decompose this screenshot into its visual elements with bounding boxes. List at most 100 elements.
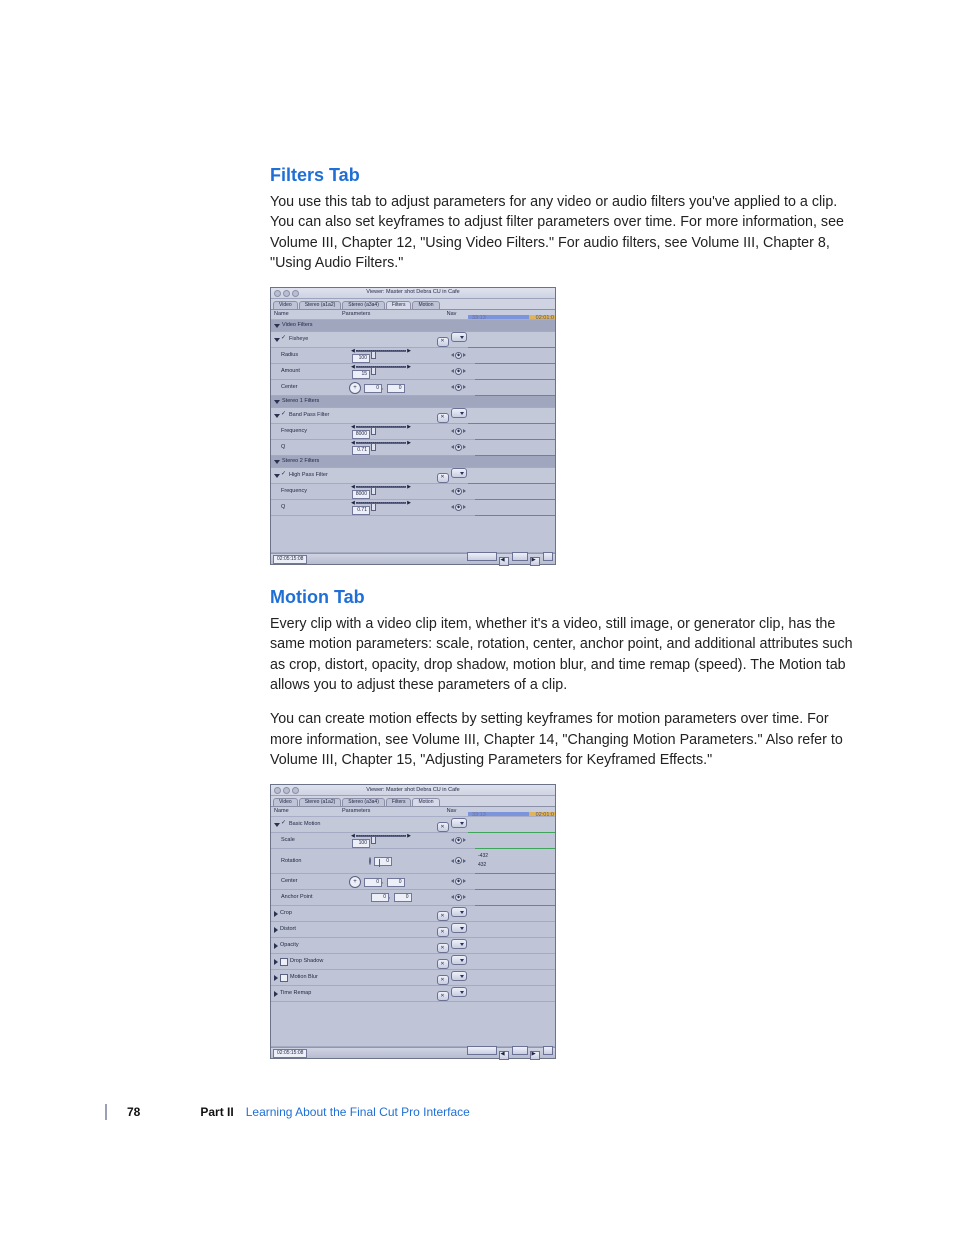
disclosure-icon[interactable] xyxy=(274,943,278,949)
keyframe-nav[interactable]: ◆ xyxy=(451,352,466,359)
minimize-icon[interactable] xyxy=(283,290,290,297)
filter-row[interactable]: Basic Motion✕ xyxy=(271,817,555,833)
tab-motion[interactable]: Motion xyxy=(412,798,439,806)
filter-row-collapsed[interactable]: Distort✕ xyxy=(271,922,555,938)
center-crosshair-icon[interactable]: + xyxy=(349,876,361,888)
param-value[interactable]: 15 xyxy=(352,370,370,379)
keyframe-nav[interactable]: ◆ xyxy=(451,444,466,451)
keyframe-nav[interactable]: ◆ xyxy=(451,878,466,885)
tab-motion[interactable]: Motion xyxy=(412,301,439,309)
filter-row-collapsed[interactable]: Opacity✕ xyxy=(271,938,555,954)
current-timecode[interactable]: 02:05:15:08 xyxy=(273,555,307,564)
preset-menu[interactable] xyxy=(451,468,467,478)
reset-button[interactable]: ✕ xyxy=(437,959,449,969)
close-icon[interactable] xyxy=(274,290,281,297)
reset-button[interactable]: ✕ xyxy=(437,822,449,832)
next-keyframe-icon[interactable] xyxy=(463,489,466,493)
scroll-thumb[interactable] xyxy=(512,552,528,561)
disclosure-icon[interactable] xyxy=(274,927,278,933)
slider-left-arrow-icon[interactable]: ◀ xyxy=(351,425,355,430)
filter-row-collapsed[interactable]: Time Remap✕ xyxy=(271,986,555,1002)
next-keyframe-icon[interactable] xyxy=(463,429,466,433)
slider-left-arrow-icon[interactable]: ◀ xyxy=(351,834,355,839)
slider-right-arrow-icon[interactable]: ▶ xyxy=(407,349,411,354)
keyframe-nav[interactable]: ◆ xyxy=(451,837,466,844)
tab-stereo-a1a2[interactable]: Stereo (a1a2) xyxy=(299,301,342,309)
keyframe-nav[interactable]: ◆ xyxy=(451,384,466,391)
disclosure-icon[interactable] xyxy=(274,460,280,464)
next-keyframe-icon[interactable] xyxy=(463,879,466,883)
prev-keyframe-icon[interactable] xyxy=(451,353,454,357)
param-y[interactable]: 0 xyxy=(387,878,405,887)
next-keyframe-icon[interactable] xyxy=(463,445,466,449)
next-keyframe-icon[interactable] xyxy=(463,385,466,389)
zoom-button[interactable] xyxy=(543,552,553,561)
reset-button[interactable]: ✕ xyxy=(437,927,449,937)
preset-menu[interactable] xyxy=(451,907,467,917)
param-value[interactable]: 0 xyxy=(374,857,392,866)
enable-checkbox[interactable] xyxy=(280,974,288,982)
reset-button[interactable]: ✕ xyxy=(437,975,449,985)
preset-menu[interactable] xyxy=(451,939,467,949)
tab-video[interactable]: Video xyxy=(273,301,298,309)
prev-keyframe-icon[interactable] xyxy=(451,489,454,493)
reset-button[interactable]: ✕ xyxy=(437,943,449,953)
prev-keyframe-icon[interactable] xyxy=(451,429,454,433)
filter-row[interactable]: Fisheye✕ xyxy=(271,332,555,348)
param-value[interactable]: 100 xyxy=(352,354,370,363)
disclosure-icon[interactable] xyxy=(274,911,278,917)
param-y[interactable]: 0 xyxy=(394,893,412,902)
param-value[interactable]: 100 xyxy=(352,839,370,848)
slider-right-arrow-icon[interactable]: ▶ xyxy=(407,441,411,446)
param-x[interactable]: 0 xyxy=(364,384,382,393)
keyframe-nav[interactable]: ◆ xyxy=(451,894,466,901)
add-keyframe-icon[interactable]: ◆ xyxy=(455,837,462,844)
rotation-dial[interactable] xyxy=(369,857,371,865)
add-keyframe-icon[interactable]: ◆ xyxy=(455,878,462,885)
param-x[interactable]: 0 xyxy=(371,893,389,902)
reset-button[interactable]: ✕ xyxy=(437,991,449,1001)
center-crosshair-icon[interactable]: + xyxy=(349,382,361,394)
disclosure-icon[interactable] xyxy=(274,959,278,965)
filter-row[interactable]: Band Pass Filter✕ xyxy=(271,408,555,424)
param-value[interactable]: 8000 xyxy=(352,490,370,499)
next-keyframe-icon[interactable] xyxy=(463,369,466,373)
add-keyframe-icon[interactable]: ◆ xyxy=(455,444,462,451)
keyframe-nav[interactable]: ◆ xyxy=(451,368,466,375)
slider-left-arrow-icon[interactable]: ◀ xyxy=(351,485,355,490)
add-keyframe-icon[interactable]: ◆ xyxy=(455,504,462,511)
preset-menu[interactable] xyxy=(451,971,467,981)
tab-filters[interactable]: Filters xyxy=(386,301,412,309)
slider-right-arrow-icon[interactable]: ▶ xyxy=(407,425,411,430)
slider-right-arrow-icon[interactable]: ▶ xyxy=(407,501,411,506)
param-x[interactable]: 0 xyxy=(364,878,382,887)
filter-row-collapsed[interactable]: Drop Shadow✕ xyxy=(271,954,555,970)
window-traffic-lights[interactable] xyxy=(274,290,299,297)
prev-keyframe-icon[interactable] xyxy=(451,879,454,883)
keyframe-nav[interactable]: ◆ xyxy=(451,857,466,864)
tab-stereo-a1a2[interactable]: Stereo (a1a2) xyxy=(299,798,342,806)
filter-row[interactable]: High Pass Filter✕ xyxy=(271,468,555,484)
disclosure-icon[interactable] xyxy=(274,324,280,328)
slider-left-arrow-icon[interactable]: ◀ xyxy=(351,441,355,446)
next-keyframe-icon[interactable] xyxy=(463,353,466,357)
slider-left-arrow-icon[interactable]: ◀ xyxy=(351,501,355,506)
add-keyframe-icon[interactable]: ◆ xyxy=(455,384,462,391)
enable-check-icon[interactable] xyxy=(282,822,287,827)
filter-group-header[interactable]: Video Filters xyxy=(271,320,555,332)
disclosure-icon[interactable] xyxy=(274,338,280,342)
enable-check-icon[interactable] xyxy=(282,473,287,478)
zoom-slider[interactable] xyxy=(467,1046,497,1055)
add-keyframe-icon[interactable]: ◆ xyxy=(455,428,462,435)
keyframe-nav[interactable]: ◆ xyxy=(451,428,466,435)
add-keyframe-icon[interactable]: ◆ xyxy=(455,352,462,359)
reset-button[interactable]: ✕ xyxy=(437,911,449,921)
add-keyframe-icon[interactable]: ◆ xyxy=(455,894,462,901)
add-keyframe-icon[interactable]: ◆ xyxy=(455,368,462,375)
enable-check-icon[interactable] xyxy=(282,413,287,418)
reset-button[interactable]: ✕ xyxy=(437,413,449,423)
tab-stereo-a3a4[interactable]: Stereo (a3a4) xyxy=(342,798,385,806)
scroll-thumb[interactable] xyxy=(512,1046,528,1055)
preset-menu[interactable] xyxy=(451,955,467,965)
close-icon[interactable] xyxy=(274,787,281,794)
